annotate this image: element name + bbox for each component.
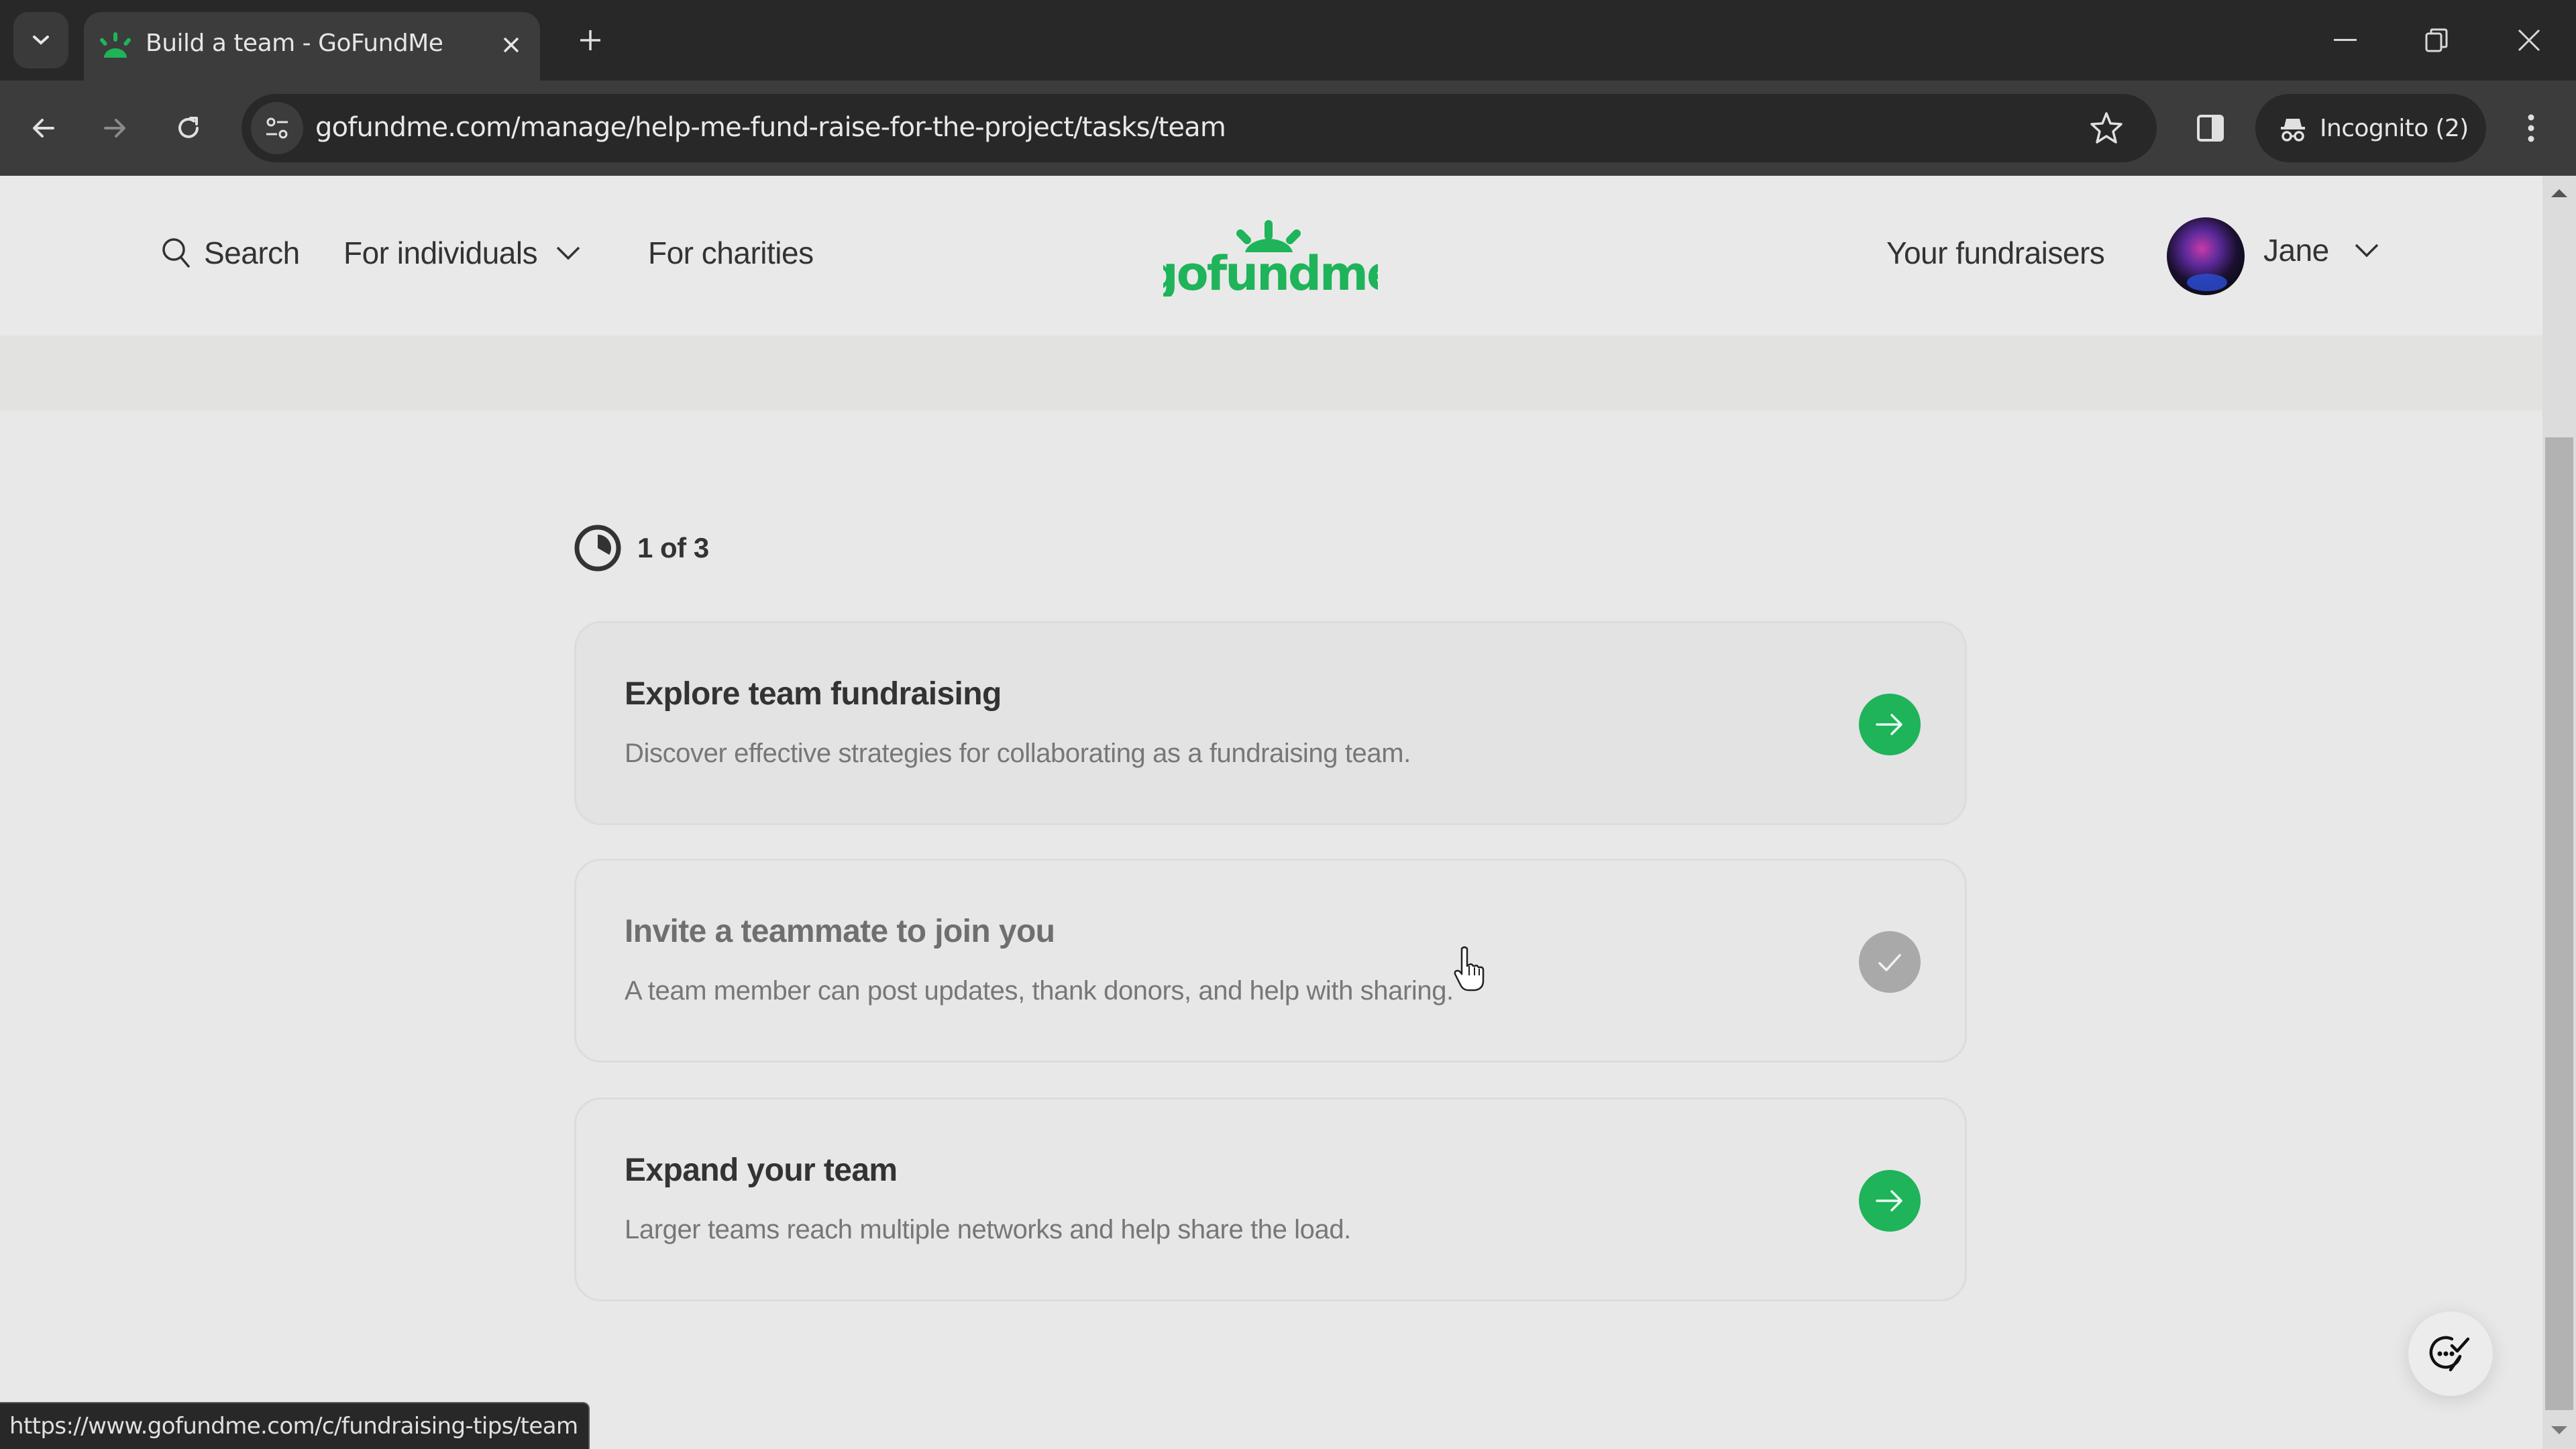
arrow-left-icon (33, 119, 54, 138)
tab-title: Build a team - GoFundMe (146, 30, 443, 57)
site-header: Search For individuals For charities gof… (0, 176, 2542, 335)
tune-icon (266, 117, 288, 139)
header-band (0, 335, 2542, 411)
task-go-button[interactable] (1859, 1170, 1921, 1232)
minimize-icon (2334, 39, 2357, 41)
site-info-button[interactable] (251, 102, 303, 154)
task-progress: 1 of 3 (573, 523, 709, 573)
your-fundraisers-label: Your fundraisers (1886, 235, 2105, 270)
task-description: A team member can post updates, thank do… (625, 976, 1454, 1006)
more-vertical-icon (2528, 114, 2534, 142)
address-bar[interactable]: gofundme.com/manage/help-me-fund-raise-f… (241, 94, 2157, 162)
hand-cursor-icon (1454, 946, 1485, 991)
nav-for-individuals[interactable]: For individuals (343, 235, 582, 271)
task-card-expand-team[interactable]: Expand your team Larger teams reach mult… (574, 1097, 1967, 1301)
progress-wedge (598, 535, 611, 555)
gofundme-logo[interactable]: gofundme (1163, 220, 1378, 297)
scrollbar-thumb[interactable] (2545, 437, 2573, 1410)
logo-text: gofundme (1163, 246, 1378, 297)
task-title: Expand your team (625, 1152, 898, 1188)
task-card-invite-teammate[interactable]: Invite a teammate to join you A team mem… (574, 859, 1967, 1063)
progress-clock-icon (574, 525, 621, 572)
arrow-right-icon (1876, 1190, 1902, 1212)
arrow-right-icon (1876, 714, 1902, 735)
chat-check-icon (2429, 1336, 2470, 1372)
task-go-button[interactable] (1859, 694, 1921, 755)
your-fundraisers-link[interactable]: Your fundraisers (1886, 235, 2105, 271)
chevron-down-icon (2355, 244, 2378, 258)
chevron-down-icon (33, 36, 49, 45)
task-title: Explore team fundraising (625, 676, 1002, 712)
gofundme-favicon-icon (100, 32, 131, 58)
search-icon (162, 238, 190, 268)
help-chat-button[interactable] (2408, 1311, 2493, 1396)
task-description: Discover effective strategies for collab… (625, 739, 1411, 768)
chevron-down-icon (556, 246, 580, 260)
user-avatar[interactable] (2167, 217, 2245, 295)
task-description: Larger teams reach multiple networks and… (625, 1215, 1351, 1244)
restore-button[interactable] (2403, 13, 2470, 67)
page-scrollbar[interactable] (2542, 176, 2576, 1449)
restore-icon (2425, 28, 2448, 52)
page-viewport: Search For individuals For charities gof… (0, 176, 2542, 1449)
new-tab-button[interactable] (570, 20, 610, 60)
nav-for-individuals-label: For individuals (343, 235, 538, 270)
arrow-right-icon (104, 119, 125, 138)
user-menu-button[interactable]: Jane (2263, 232, 2380, 268)
browser-tab-active[interactable]: Build a team - GoFundMe (84, 12, 540, 80)
incognito-indicator[interactable]: Incognito (2) (2255, 94, 2486, 162)
url-text[interactable]: gofundme.com/manage/help-me-fund-raise-f… (315, 112, 1226, 143)
nav-for-charities-label: For charities (648, 235, 814, 270)
status-url: https://www.gofundme.com/c/fundraising-t… (9, 1413, 578, 1440)
browser-menu-button[interactable] (2508, 105, 2555, 152)
tab-close-button[interactable] (494, 28, 528, 62)
tab-search-button[interactable] (13, 12, 68, 68)
task-card-explore-team-fundraising[interactable]: Explore team fundraising Discover effect… (574, 621, 1967, 825)
task-title: Invite a teammate to join you (625, 914, 1055, 949)
forward-button[interactable] (91, 105, 138, 152)
incognito-icon (2281, 119, 2305, 142)
close-icon (2518, 29, 2540, 52)
user-name: Jane (2263, 233, 2329, 268)
minimize-button[interactable] (2312, 13, 2379, 67)
side-panel-button[interactable] (2187, 105, 2234, 152)
scroll-up-arrow[interactable] (2551, 189, 2567, 197)
browser-toolbar: gofundme.com/manage/help-me-fund-raise-f… (0, 80, 2576, 176)
nav-for-charities[interactable]: For charities (648, 235, 814, 271)
search-button[interactable]: Search (161, 235, 300, 271)
close-window-button[interactable] (2496, 13, 2563, 67)
search-label: Search (204, 235, 300, 270)
close-icon (503, 37, 519, 53)
incognito-label: Incognito (2) (2320, 114, 2469, 142)
link-status-bubble: https://www.gofundme.com/c/fundraising-t… (0, 1402, 590, 1449)
plus-icon (580, 30, 600, 50)
browser-tab-strip: Build a team - GoFundMe (0, 0, 2576, 80)
task-completed-indicator (1859, 931, 1921, 993)
bookmark-star-icon[interactable] (2088, 110, 2125, 146)
progress-count: 1 of 3 (637, 532, 709, 564)
side-panel-icon (2197, 115, 2224, 142)
scroll-down-arrow[interactable] (2551, 1426, 2567, 1434)
back-button[interactable] (20, 105, 67, 152)
reload-icon (178, 117, 199, 138)
reload-button[interactable] (165, 105, 212, 152)
check-icon (1878, 954, 1901, 971)
